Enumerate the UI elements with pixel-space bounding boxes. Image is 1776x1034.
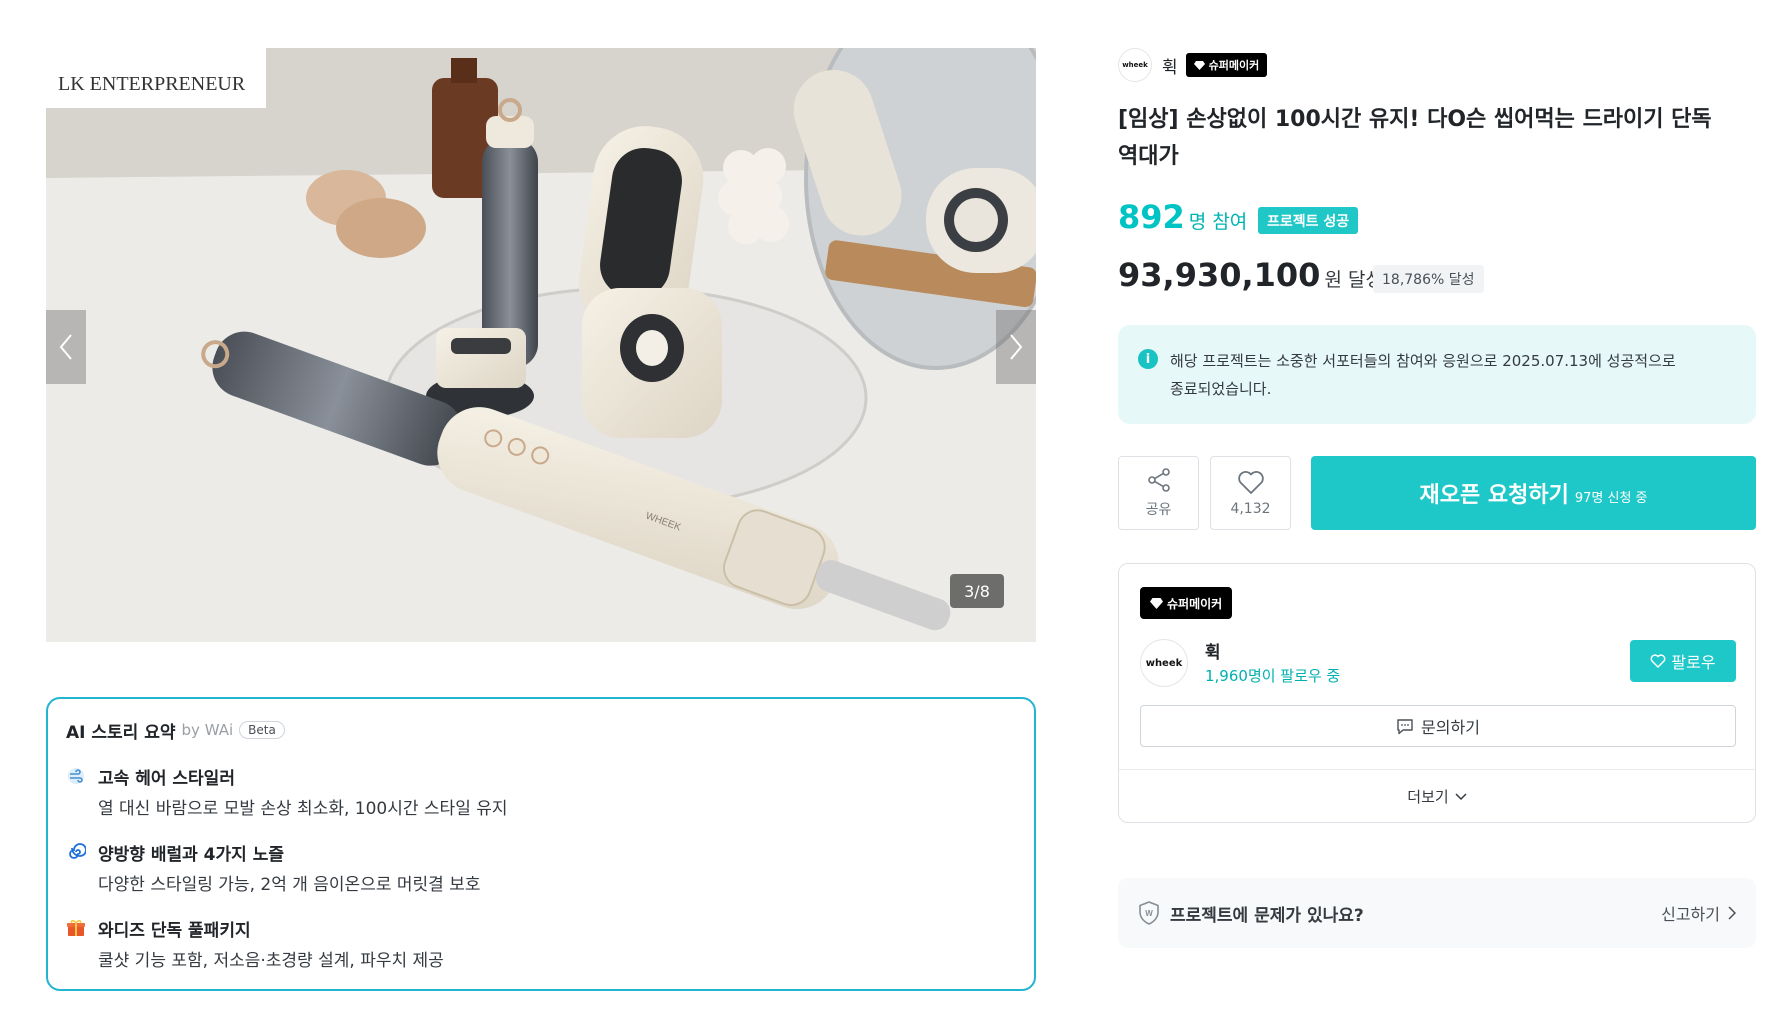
- chevron-right-icon: [1728, 906, 1736, 920]
- ai-summary-item: 고속 헤어 스타일러 열 대신 바람으로 모발 손상 최소화, 100시간 스타…: [66, 764, 1016, 819]
- swirl-icon: [66, 842, 86, 862]
- super-maker-badge: 슈퍼메이커: [1140, 587, 1233, 619]
- like-count: 4,132: [1230, 500, 1271, 517]
- heart-icon: [1650, 654, 1666, 668]
- ai-summary-title: AI 스토리 요약: [66, 722, 176, 743]
- super-maker-badge: 슈퍼메이커: [1185, 53, 1268, 77]
- maker-card-name[interactable]: 휙: [1205, 638, 1221, 663]
- share-icon: [1147, 468, 1170, 492]
- book-text: LK ENTERPRENEUR: [58, 73, 246, 95]
- chevron-left-icon: [59, 334, 72, 360]
- gallery-prev-button[interactable]: [46, 310, 86, 384]
- achievement-rate-badge: 18,786% 달성: [1373, 265, 1484, 293]
- svg-text:W: W: [1145, 909, 1153, 918]
- inquiry-label: 문의하기: [1421, 718, 1480, 737]
- gallery-counter: 3/8: [950, 574, 1004, 608]
- follower-count: 1,960명이 팔로우 중: [1205, 667, 1341, 685]
- maker-logo[interactable]: wheek: [1118, 48, 1152, 82]
- report-link[interactable]: 신고하기: [1661, 901, 1736, 925]
- follow-button[interactable]: 팔로우: [1630, 640, 1736, 682]
- ai-item-desc: 쿨샷 기능 포함, 저소음·초경량 설계, 파우치 제공: [98, 951, 444, 971]
- project-ended-notice: i 해당 프로젝트는 소중한 서포터들의 참여와 응원으로 2025.07.13…: [1118, 325, 1756, 424]
- participants-count: 892: [1118, 198, 1185, 236]
- gift-icon: [66, 918, 86, 938]
- super-maker-badge-label: 슈퍼메이커: [1208, 59, 1260, 72]
- product-photo: LK ENTERPRENEUR WHEEK: [46, 48, 1036, 642]
- gallery-next-button[interactable]: [996, 310, 1036, 384]
- ai-item-desc: 열 대신 바람으로 모발 손상 최소화, 100시간 스타일 유지: [98, 799, 508, 819]
- reopen-sub: 97명 신청 중: [1574, 490, 1648, 506]
- share-label: 공유: [1145, 502, 1172, 518]
- ai-summary-by: by WAi: [181, 721, 234, 739]
- reopen-label: 재오픈 요청하기: [1419, 483, 1569, 508]
- chat-icon: [1397, 718, 1413, 734]
- beta-badge: Beta: [239, 721, 285, 739]
- report-question: 프로젝트에 문제가 있나요?: [1170, 905, 1364, 926]
- inquiry-button[interactable]: 문의하기: [1140, 705, 1736, 747]
- more-button[interactable]: 더보기: [1119, 770, 1755, 823]
- ai-summary-item: 양방향 배럴과 4가지 노즐 다양한 스타일링 가능, 2억 개 음이온으로 머…: [66, 840, 1016, 895]
- wind-icon: [66, 766, 86, 786]
- like-button[interactable]: 4,132: [1210, 456, 1291, 530]
- maker-card: 슈퍼메이커 wheek 휙 1,960명이 팔로우 중 팔로우 문의하기 더보기: [1118, 563, 1756, 823]
- action-row: 공유 4,132 재오픈 요청하기 97명 신청 중: [1118, 456, 1756, 530]
- heart-icon: [1237, 470, 1264, 494]
- report-link-label: 신고하기: [1661, 905, 1720, 924]
- diamond-icon: [1150, 597, 1163, 609]
- more-label: 더보기: [1407, 788, 1449, 806]
- ai-summary-item: 와디즈 단독 풀패키지 쿨샷 기능 포함, 저소음·초경량 설계, 파우치 제공: [66, 916, 1016, 971]
- ai-item-title: 와디즈 단독 풀패키지: [98, 920, 251, 941]
- report-banner: W 프로젝트에 문제가 있나요? 신고하기: [1118, 878, 1756, 948]
- follow-label: 팔로우: [1671, 653, 1716, 672]
- amount-value: 93,930,100: [1118, 256, 1321, 294]
- participants-stat: 892 명 참여: [1118, 198, 1247, 236]
- project-success-badge: 프로젝트 성공: [1258, 207, 1359, 234]
- project-ended-text: 해당 프로젝트는 소중한 서포터들의 참여와 응원으로 2025.07.13에 …: [1170, 352, 1676, 398]
- reopen-request-button[interactable]: 재오픈 요청하기 97명 신청 중: [1311, 456, 1756, 530]
- ai-summary-header: AI 스토리 요약 by WAi Beta: [66, 717, 1016, 743]
- project-title: [임상] 손상없이 100시간 유지! 다O슨 씹어먹는 드라이기 단독 역대가: [1118, 107, 1712, 169]
- shield-icon: W: [1139, 901, 1159, 925]
- ai-item-desc: 다양한 스타일링 가능, 2억 개 음이온으로 머릿결 보호: [98, 875, 481, 895]
- chevron-right-icon: [1010, 334, 1023, 360]
- participants-unit: 명 참여: [1188, 211, 1248, 233]
- maker-header[interactable]: wheek 휙 슈퍼메이커: [1118, 48, 1268, 82]
- ai-item-title: 양방향 배럴과 4가지 노즐: [98, 844, 284, 865]
- super-maker-badge-label: 슈퍼메이커: [1167, 596, 1223, 611]
- info-icon: i: [1138, 349, 1158, 369]
- diamond-icon: [1193, 60, 1205, 70]
- ai-story-summary: AI 스토리 요약 by WAi Beta 고속 헤어 스타일러 열 대신 바람…: [46, 697, 1036, 991]
- chevron-down-icon: [1455, 792, 1467, 800]
- share-button[interactable]: 공유: [1118, 456, 1199, 530]
- maker-logo-large[interactable]: wheek: [1140, 639, 1188, 687]
- ai-item-title: 고속 헤어 스타일러: [98, 768, 235, 789]
- maker-name[interactable]: 휙: [1162, 53, 1178, 78]
- amount-stat: 93,930,100 원 달성: [1118, 256, 1383, 294]
- product-image-gallery[interactable]: LK ENTERPRENEUR WHEEK 3/8: [46, 48, 1036, 642]
